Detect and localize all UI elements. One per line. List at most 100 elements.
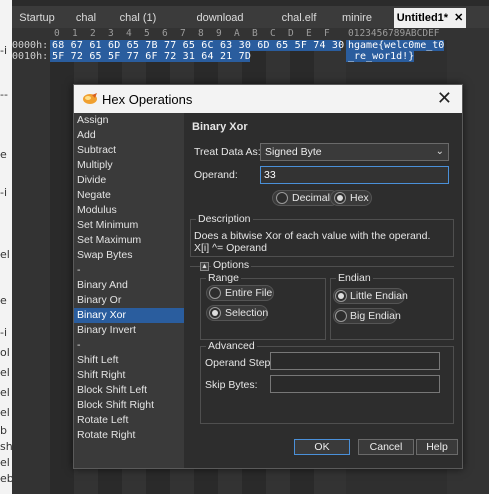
operand-step-label: Operand Step: <box>205 357 274 369</box>
range-label: Range <box>206 272 241 284</box>
description-label: Description <box>196 213 253 225</box>
strip-char: el <box>0 406 10 419</box>
close-icon[interactable]: ✕ <box>437 88 452 109</box>
strip-char: sh <box>0 440 13 453</box>
col-header: C <box>270 28 276 39</box>
panel-title: Binary Xor <box>192 121 248 133</box>
strip-char: e <box>0 148 7 161</box>
operation-item[interactable]: Binary Or <box>74 293 184 308</box>
operation-item[interactable]: Block Shift Right <box>74 398 184 413</box>
tab-chal-1[interactable]: chal (1) <box>116 9 160 27</box>
tab-untitled1-label: Untitled1* <box>396 12 449 24</box>
operation-item[interactable]: Negate <box>74 188 184 203</box>
little-endian-radio[interactable] <box>335 290 347 302</box>
strip-char: -i <box>0 44 8 57</box>
big-endian-radio[interactable] <box>335 310 347 322</box>
operation-item[interactable]: Set Minimum <box>74 218 184 233</box>
close-icon[interactable]: ✕ <box>454 8 463 28</box>
hex-row[interactable]: 68 67 61 6D 65 7B 77 65 6C 63 30 6D 65 5… <box>52 40 344 51</box>
ascii-header: 0123456789ABCDEF <box>348 28 440 39</box>
collapse-icon[interactable]: ▲ <box>200 262 209 271</box>
operation-item[interactable]: Binary Invert <box>74 323 184 338</box>
hex-radio[interactable] <box>334 192 346 204</box>
tab-untitled1[interactable]: Untitled1* ✕ <box>394 8 466 28</box>
tab-download-1-dat[interactable]: download (1).dat <box>180 9 260 42</box>
skip-bytes-label: Skip Bytes: <box>205 379 258 391</box>
ascii-row[interactable]: _re_wor1d!} <box>348 51 414 62</box>
little-endian-label: Little Endian <box>350 290 408 302</box>
operation-separator: - <box>77 339 81 351</box>
strip-char: b <box>0 424 7 437</box>
operation-item[interactable]: Add <box>74 128 184 143</box>
strip-char: -- <box>0 88 8 101</box>
left-window-strip: -i -- e -i el e -i ol el el el b sh el e… <box>0 0 14 494</box>
row-offset: 0000h: <box>12 40 49 51</box>
operand-input[interactable]: 33 <box>260 166 449 184</box>
col-header: 6 <box>162 28 168 39</box>
decimal-label: Decimal <box>292 192 330 204</box>
col-header: D <box>288 28 294 39</box>
operation-item[interactable]: Binary And <box>74 278 184 293</box>
entire-file-radio[interactable] <box>209 287 221 299</box>
hex-row[interactable]: 5F 72 65 5F 77 6F 72 31 64 21 7D <box>52 51 251 62</box>
hex-label: Hex <box>350 192 369 204</box>
col-header: 3 <box>108 28 114 39</box>
operation-item[interactable]: Set Maximum <box>74 233 184 248</box>
operation-item[interactable]: Subtract <box>74 143 184 158</box>
tab-chal-elf[interactable]: chal.elf <box>280 9 318 27</box>
column-header: 0 1 2 3 4 5 6 7 8 9 A B C D E F 01234567… <box>12 28 489 40</box>
endian-label: Endian <box>336 272 373 284</box>
operation-item[interactable]: Rotate Left <box>74 413 184 428</box>
strip-char: e <box>0 294 7 307</box>
col-header: F <box>324 28 330 39</box>
operation-item[interactable]: Multiply <box>74 158 184 173</box>
advanced-label: Advanced <box>206 340 257 352</box>
description-formula: X[i] ^= Operand <box>194 242 267 254</box>
operation-item[interactable]: Shift Right <box>74 368 184 383</box>
tab-minire[interactable]: minire <box>340 9 374 27</box>
big-endian-label: Big Endian <box>350 310 401 322</box>
operation-item[interactable]: Assign <box>74 113 184 128</box>
operand-step-input[interactable] <box>270 352 440 370</box>
ascii-row[interactable]: hgame{welc0me_t0 <box>348 40 444 51</box>
operation-list[interactable]: Assign Add Subtract Multiply Divide Nega… <box>74 113 184 468</box>
skip-bytes-input[interactable] <box>270 375 440 393</box>
operation-item[interactable]: Modulus <box>74 203 184 218</box>
operation-separator: - <box>77 264 81 276</box>
cancel-button[interactable]: Cancel <box>358 439 414 455</box>
selection-label: Selection <box>225 307 269 319</box>
tab-startup[interactable]: Startup <box>16 9 58 27</box>
treat-data-select[interactable]: Signed Byte ⌄ <box>260 143 449 161</box>
description-text: Does a bitwise Xor of each value with th… <box>194 230 431 242</box>
app-logo-icon <box>83 93 97 104</box>
treat-data-value: Signed Byte <box>265 146 322 158</box>
col-header: E <box>306 28 312 39</box>
operation-item[interactable]: Swap Bytes <box>74 248 184 263</box>
col-header: 1 <box>72 28 78 39</box>
ok-button[interactable]: OK <box>294 439 350 455</box>
hex-operations-dialog: Hex Operations ✕ Assign Add Subtract Mul… <box>73 84 463 469</box>
dialog-title: Hex Operations <box>102 92 193 107</box>
col-header: 2 <box>90 28 96 39</box>
strip-char: el <box>0 248 10 261</box>
tab-chal[interactable]: chal <box>72 9 100 27</box>
col-header: 0 <box>54 28 60 39</box>
help-button[interactable]: Help <box>416 439 458 455</box>
col-header: 4 <box>126 28 132 39</box>
col-header: 8 <box>198 28 204 39</box>
strip-char: -i <box>0 186 8 199</box>
selection-radio[interactable] <box>209 307 221 319</box>
operation-item[interactable]: Block Shift Left <box>74 383 184 398</box>
file-tab-bar: Startup chal chal (1) download (1).dat c… <box>12 6 489 42</box>
operation-item[interactable]: Shift Left <box>74 353 184 368</box>
operand-label: Operand: <box>194 169 238 181</box>
chevron-down-icon: ⌄ <box>435 146 444 157</box>
entire-file-label: Entire File <box>225 287 273 299</box>
operation-item[interactable]: Rotate Right <box>74 428 184 443</box>
strip-char: eb <box>0 472 14 485</box>
options-label: Options <box>211 259 252 271</box>
operation-item[interactable]: Divide <box>74 173 184 188</box>
strip-char: ol <box>0 346 10 359</box>
decimal-radio[interactable] <box>276 192 288 204</box>
operation-item-selected[interactable]: Binary Xor <box>74 308 184 323</box>
